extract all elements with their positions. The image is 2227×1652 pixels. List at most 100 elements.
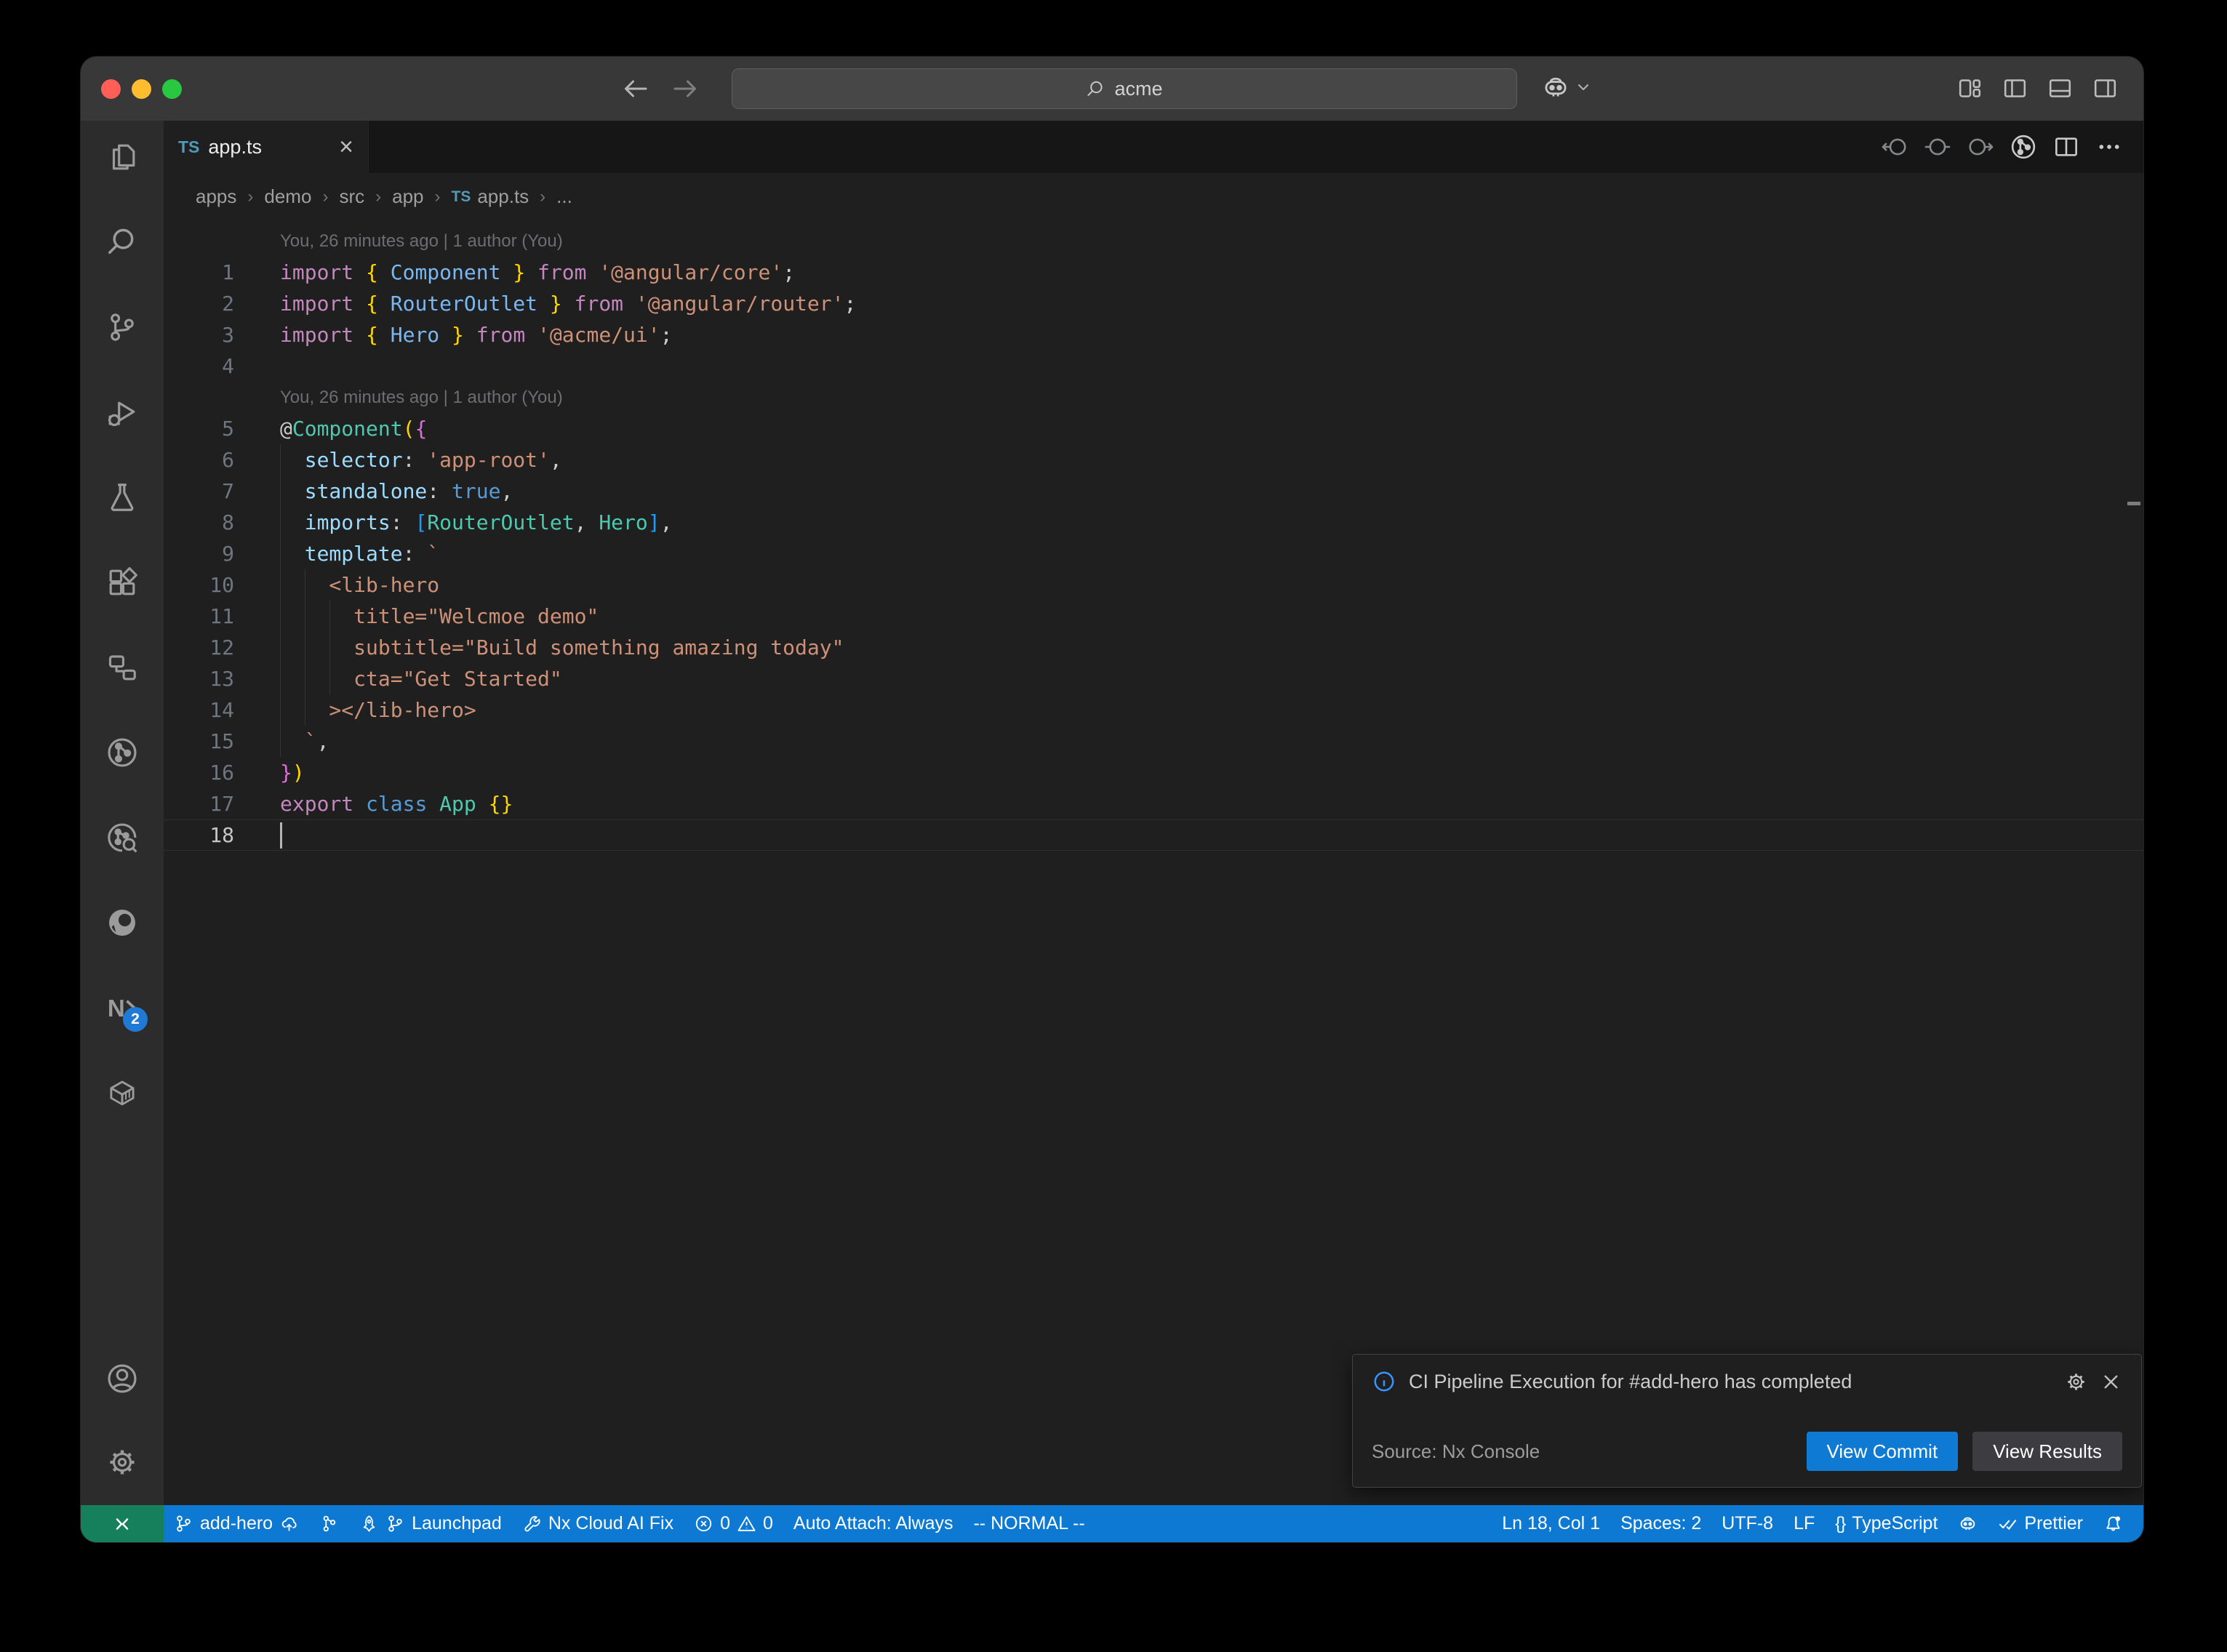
graph-status[interactable] — [309, 1505, 349, 1542]
navigate-forward-icon[interactable] — [671, 74, 700, 103]
launchpad-status[interactable]: Launchpad — [349, 1505, 512, 1542]
notification-toast: CI Pipeline Execution for #add-hero has … — [1352, 1354, 2142, 1488]
container-icon — [105, 1076, 139, 1110]
code-line[interactable]: 10 <lib-hero — [164, 569, 2143, 601]
code-line[interactable]: 8 imports: [RouterOutlet, Hero], — [164, 507, 2143, 538]
view-results-button[interactable]: View Results — [1972, 1432, 2122, 1471]
ext-icon — [105, 566, 139, 599]
code-line[interactable]: 18 — [164, 819, 2143, 851]
breadcrumb-item[interactable]: apps — [196, 185, 236, 208]
code-line[interactable]: 11 title="Welcmoe demo" — [164, 601, 2143, 632]
breadcrumb-file[interactable]: TSapp.ts — [452, 185, 529, 208]
auto-attach-status[interactable]: Auto Attach: Always — [783, 1505, 964, 1542]
close-tab-icon[interactable]: × — [339, 135, 353, 159]
activity-item-testing[interactable] — [105, 481, 139, 514]
breadcrumb-item[interactable]: src — [339, 185, 364, 208]
problems-status[interactable]: 00 — [684, 1505, 783, 1542]
split-editor-icon[interactable] — [2052, 133, 2080, 161]
beaker-icon — [105, 481, 139, 514]
code-line[interactable]: 13 cta="Get Started" — [164, 663, 2143, 694]
activity-item-edge-tools[interactable] — [105, 906, 139, 939]
eol[interactable]: LF — [1783, 1505, 1825, 1542]
language-mode[interactable]: {}TypeScript — [1825, 1505, 1948, 1542]
toggle-primary-sidebar-icon[interactable] — [2002, 75, 2028, 102]
search-input[interactable]: acme — [732, 68, 1517, 109]
activity-item-source-control[interactable] — [105, 310, 139, 344]
branch-status[interactable]: add-hero — [164, 1505, 309, 1542]
code-line[interactable]: 1import { Component } from '@angular/cor… — [164, 257, 2143, 288]
current-change-icon[interactable] — [1924, 133, 1951, 161]
toggle-panel-icon[interactable] — [2047, 75, 2074, 102]
view-commit-button[interactable]: View Commit — [1807, 1432, 1959, 1471]
warn-icon — [737, 1514, 756, 1533]
formatter-status[interactable]: Prettier — [1988, 1505, 2093, 1542]
toggle-secondary-sidebar-icon[interactable] — [2092, 75, 2119, 102]
notification-settings-gear-icon[interactable] — [2065, 1371, 2087, 1393]
close-window-button[interactable] — [101, 79, 121, 99]
customize-layout-icon[interactable] — [1956, 75, 1983, 102]
tab-app-ts[interactable]: TS app.ts × — [164, 121, 369, 173]
next-change-icon[interactable] — [1967, 133, 1994, 161]
code-line[interactable]: 12 subtitle="Build something amazing tod… — [164, 632, 2143, 663]
code-line[interactable]: 7 standalone: true, — [164, 476, 2143, 507]
indentation[interactable]: Spaces: 2 — [1610, 1505, 1711, 1542]
vim-mode-status[interactable]: -- NORMAL -- — [963, 1505, 1095, 1542]
code-line[interactable]: 9 template: ` — [164, 538, 2143, 569]
activity-item-extensions[interactable] — [105, 566, 139, 599]
debug-icon — [105, 396, 139, 429]
breadcrumb-separator: › — [247, 187, 253, 207]
navigate-back-icon[interactable] — [620, 74, 649, 103]
editor-actions — [1881, 121, 2143, 173]
blame-line: You, 26 minutes ago | 1 author (You) — [164, 382, 2143, 413]
cursor-position[interactable]: Ln 18, Col 1 — [1492, 1505, 1610, 1542]
activity-item-settings[interactable] — [105, 1446, 139, 1479]
nx-cloud-status[interactable]: Nx Cloud AI Fix — [512, 1505, 684, 1542]
code-line[interactable]: 16}) — [164, 757, 2143, 788]
remote-indicator[interactable] — [81, 1505, 164, 1542]
breadcrumb-item[interactable]: demo — [264, 185, 311, 208]
notifications-bell[interactable] — [2093, 1505, 2133, 1542]
breadcrumb-tail[interactable]: ... — [556, 185, 572, 208]
braces-icon: {} — [1835, 1514, 1845, 1534]
activity-item-explorer[interactable] — [105, 140, 139, 174]
source-control-graph-icon[interactable] — [2010, 133, 2037, 161]
previous-change-icon[interactable] — [1881, 133, 1908, 161]
copilot-icon — [1958, 1514, 1978, 1533]
code-line[interactable]: 4 — [164, 350, 2143, 382]
code-line[interactable]: 14 ></lib-hero> — [164, 694, 2143, 726]
code-line[interactable]: 6 selector: 'app-root', — [164, 444, 2143, 476]
code-line[interactable]: 2import { RouterOutlet } from '@angular/… — [164, 288, 2143, 319]
encoding[interactable]: UTF-8 — [1711, 1505, 1783, 1542]
breadcrumb-item[interactable]: app — [392, 185, 423, 208]
activity-item-containers[interactable] — [105, 1076, 139, 1110]
line-number: 14 — [164, 694, 234, 726]
branch-icon — [105, 310, 139, 344]
text-cursor — [280, 822, 282, 849]
line-number: 16 — [164, 757, 234, 788]
line-number: 6 — [164, 444, 234, 476]
blame-annotation: You, 26 minutes ago | 1 author (You) — [280, 225, 563, 257]
wrench-icon — [522, 1514, 542, 1533]
code-line[interactable]: 5@Component({ — [164, 413, 2143, 444]
activity-item-source-control-graph[interactable] — [105, 736, 139, 769]
zoom-window-button[interactable] — [162, 79, 182, 99]
copilot-menu[interactable] — [1541, 73, 1591, 102]
minimize-window-button[interactable] — [132, 79, 151, 99]
copilot-status[interactable] — [1948, 1505, 1988, 1542]
line-number: 18 — [164, 819, 234, 851]
branch-icon — [174, 1514, 193, 1533]
code-editor[interactable]: You, 26 minutes ago | 1 author (You)1imp… — [164, 220, 2143, 1505]
activity-item-project-view[interactable] — [105, 651, 139, 684]
notification-close-icon[interactable] — [2100, 1371, 2122, 1393]
code-line[interactable]: 3import { Hero } from '@acme/ui'; — [164, 319, 2143, 350]
code-line[interactable]: 17export class App {} — [164, 788, 2143, 819]
fork-icon — [105, 736, 139, 769]
more-actions-icon[interactable] — [2095, 133, 2123, 161]
line-number: 9 — [164, 538, 234, 569]
activity-item-run-and-debug[interactable] — [105, 396, 139, 429]
activity-item-search[interactable] — [105, 225, 139, 259]
code-line[interactable]: 15 `, — [164, 726, 2143, 757]
activity-item-nx-console[interactable]: 2 — [105, 991, 139, 1025]
activity-item-accounts[interactable] — [105, 1362, 139, 1395]
activity-item-gitlens-inspect[interactable] — [105, 821, 139, 854]
